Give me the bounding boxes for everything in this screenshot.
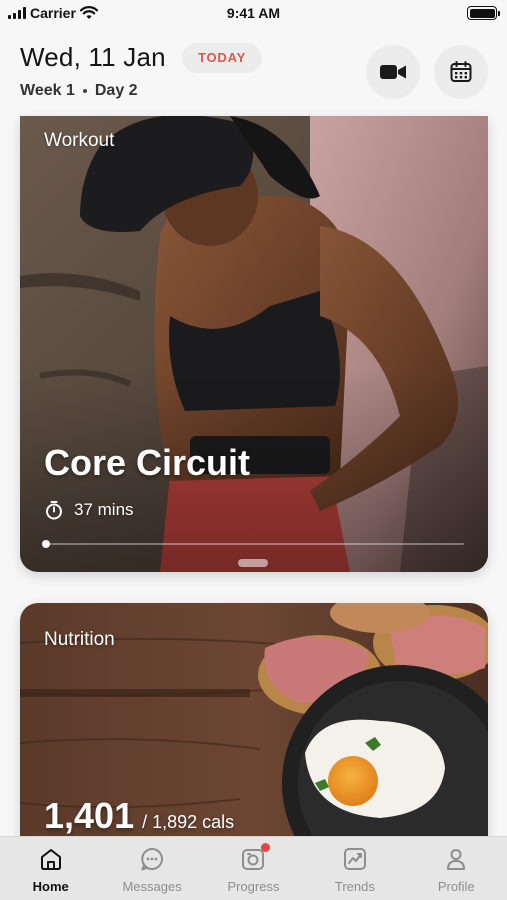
- status-left: Carrier: [8, 5, 98, 21]
- tab-label: Home: [32, 879, 69, 894]
- tab-progress[interactable]: Progress: [203, 843, 303, 900]
- profile-icon: [442, 845, 470, 873]
- calorie-summary: 1,401 / 1,892 cals: [44, 795, 234, 837]
- week-label: Week 1: [20, 82, 75, 99]
- header: Wed, 11 Jan TODAY Week 1 Day 2: [0, 30, 507, 116]
- tab-messages[interactable]: Messages: [102, 845, 202, 900]
- video-progress-bar[interactable]: [42, 540, 464, 548]
- tab-label: Messages: [122, 879, 182, 894]
- signal-icon: [8, 7, 26, 19]
- calendar-icon: [450, 61, 472, 82]
- day-label: Day 2: [94, 82, 138, 99]
- workout-card[interactable]: Workout Core Circuit 37 mins: [20, 116, 488, 572]
- today-badge[interactable]: TODAY: [182, 43, 263, 73]
- tab-label: Trends: [334, 879, 375, 894]
- notification-dot: [261, 843, 271, 852]
- status-bar: Carrier 9:41 AM: [0, 0, 507, 26]
- trends-icon: [341, 845, 369, 873]
- tab-home[interactable]: Home: [1, 845, 101, 900]
- separator-dot: [82, 89, 87, 93]
- page-indicator: [238, 559, 268, 567]
- calories-consumed: 1,401: [44, 795, 135, 836]
- tab-bar: Home Messages Progress Trends Profile: [0, 836, 507, 900]
- duration-text: 37 mins: [74, 500, 134, 519]
- stopwatch-icon: [46, 501, 62, 520]
- progress-knob[interactable]: [42, 540, 50, 548]
- video-button[interactable]: [366, 45, 420, 99]
- nutrition-card[interactable]: Nutrition 1,401 / 1,892 cals: [20, 603, 488, 843]
- tab-label: Progress: [227, 879, 280, 894]
- carrier-name: Carrier: [30, 5, 76, 21]
- calendar-button[interactable]: [434, 45, 488, 99]
- tab-profile[interactable]: Profile: [406, 845, 506, 900]
- week-day-line: Week 1 Day 2: [20, 82, 138, 100]
- tab-label: Profile: [437, 879, 475, 894]
- page-title: Wed, 11 Jan: [20, 42, 166, 72]
- calories-goal: / 1,892 cals: [142, 812, 235, 832]
- chat-icon: [138, 845, 166, 873]
- home-icon: [37, 845, 65, 873]
- tab-trends[interactable]: Trends: [305, 845, 405, 900]
- nutrition-label: Nutrition: [44, 629, 115, 650]
- workout-label: Workout: [44, 130, 115, 151]
- wifi-icon: [79, 6, 98, 19]
- workout-title: Core Circuit: [44, 442, 251, 483]
- battery-icon: [467, 6, 500, 20]
- video-camera-icon: [380, 65, 406, 79]
- camera-icon: [239, 843, 271, 873]
- workout-duration: 37 mins: [44, 500, 134, 520]
